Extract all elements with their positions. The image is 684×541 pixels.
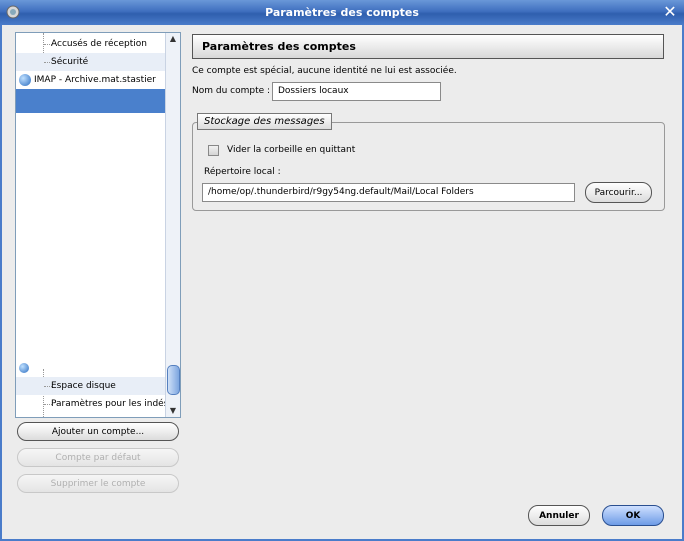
tree-item-disk-space[interactable]: Espace disque [16, 377, 166, 395]
add-account-button[interactable]: Ajouter un compte... [17, 422, 179, 441]
browse-button[interactable]: Parcourir... [585, 182, 652, 203]
close-icon[interactable]: ✕ [661, 3, 679, 21]
tree-item-imap-account[interactable]: IMAP - Archive.mat.stastier [16, 71, 166, 89]
account-tree[interactable]: Accusés de réception Sécurité IMAP - Arc… [15, 32, 181, 418]
account-name-field[interactable]: Dossiers locaux [272, 82, 441, 101]
globe-icon [19, 363, 29, 373]
scroll-up-icon[interactable]: ▲ [166, 33, 180, 45]
local-directory-field[interactable]: /home/op/.thunderbird/r9gy54ng.default/M… [202, 183, 575, 202]
window-titlebar: Paramètres des comptes ✕ [0, 0, 684, 25]
storage-group-title: Stockage des messages [197, 113, 332, 130]
scrollbar-thumb[interactable] [167, 365, 180, 395]
tree-item-label: Espace disque [51, 381, 116, 391]
local-directory-label: Répertoire local : [204, 167, 281, 177]
empty-trash-label[interactable]: Vider la corbeille en quittant [227, 145, 355, 155]
ok-button[interactable]: OK [602, 505, 664, 526]
tree-scrollbar[interactable]: ▲ ▼ [165, 33, 180, 417]
scroll-down-icon[interactable]: ▼ [166, 405, 180, 417]
globe-icon [19, 74, 31, 86]
tree-item-label: Accusés de réception [51, 39, 147, 49]
window-title: Paramètres des comptes [265, 6, 419, 19]
default-account-button[interactable]: Compte par défaut [17, 448, 179, 467]
tree-item-label: IMAP - Archive.mat.stastier [34, 75, 156, 85]
tree-item-local-folders-selected[interactable] [16, 89, 166, 113]
tree-item-offline-settings[interactable]: Paramètres pour les indés... [16, 395, 177, 413]
empty-trash-checkbox[interactable] [208, 145, 219, 156]
tree-item-label: Paramètres pour les indés... [51, 399, 177, 409]
tree-item-security[interactable]: Sécurité [16, 53, 166, 71]
account-name-label: Nom du compte : [192, 86, 271, 96]
special-account-note: Ce compte est spécial, aucune identité n… [192, 66, 457, 76]
cancel-button[interactable]: Annuler [528, 505, 590, 526]
delete-account-button[interactable]: Supprimer le compte [17, 474, 179, 493]
tree-item-read-receipts[interactable]: Accusés de réception [16, 35, 166, 53]
app-icon [6, 5, 20, 19]
panel-header: Paramètres des comptes [192, 34, 664, 59]
tree-item-label: Sécurité [51, 57, 89, 67]
